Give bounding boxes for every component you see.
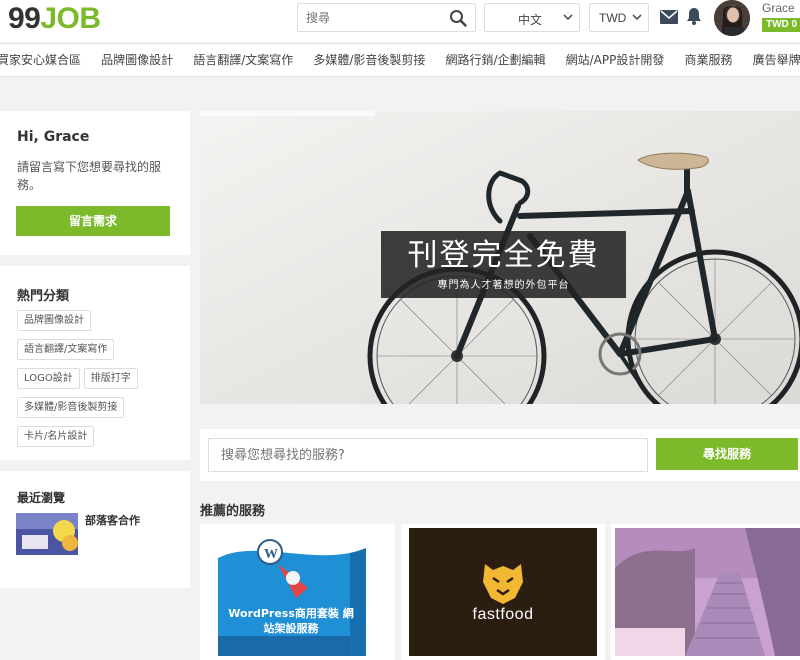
stairway-photo — [615, 528, 800, 656]
service-search-input[interactable] — [209, 439, 629, 471]
recent-item-title[interactable]: 部落客合作 — [85, 512, 140, 528]
service-search-bar: 尋找服務 — [200, 429, 800, 481]
svg-text:W: W — [264, 547, 278, 562]
top-header: 99JOB 中文 TWD Gra — [0, 0, 800, 42]
tag-translation[interactable]: 語言翻譯/文案寫作 — [17, 339, 115, 360]
service-card-image — [615, 528, 800, 656]
nav-item-translation[interactable]: 語言翻譯/文案寫作 — [193, 44, 293, 76]
recent-thumbnail-image — [16, 513, 78, 555]
chevron-down-icon — [632, 14, 642, 21]
chevron-down-icon — [563, 14, 573, 21]
logo-word: JOB — [40, 2, 101, 35]
tag-logo-design[interactable]: LOGO設計 — [17, 368, 80, 389]
greeting-prompt: 請留言寫下您想要尋找的服務。 — [17, 160, 162, 192]
service-card-image: fastfood — [409, 528, 597, 656]
service-card[interactable]: W WordPress商用套裝 網站架設服務 — [200, 524, 395, 660]
service-search-field — [208, 438, 648, 472]
tag-multimedia[interactable]: 多媒體/影音後製剪接 — [17, 397, 125, 418]
bell-icon[interactable] — [686, 7, 702, 25]
service-card[interactable]: fastfood — [401, 524, 605, 660]
avatar[interactable] — [714, 0, 750, 36]
wordpress-banner-image: W — [218, 528, 366, 656]
logo-number: 99 — [8, 2, 41, 35]
mail-icon[interactable] — [660, 10, 678, 24]
recently-viewed-card: 最近瀏覽 部落客合作 — [0, 471, 190, 588]
nav-item-marketing[interactable]: 網路行銷/企劃編輯 — [446, 44, 546, 76]
hero-headline: 刊登完全免費 — [407, 238, 600, 273]
popular-categories-card: 熱門分類 品牌圖像設計 語言翻譯/文案寫作 LOGO設計 排版打字 多媒體/影音後… — [0, 266, 190, 460]
recommended-title: 推薦的服務 — [200, 504, 266, 519]
tag-card-design[interactable]: 卡片/名片設計 — [17, 426, 95, 447]
nav-item-brand-design[interactable]: 品牌圖像設計 — [101, 44, 173, 76]
tiger-logo-icon — [409, 528, 597, 656]
nav-item-ad-sign[interactable]: 廣告舉牌 — [753, 44, 800, 76]
category-nav: 買家安心媒合區 品牌圖像設計 語言翻譯/文案寫作 多媒體/影音後製剪接 網路行銷… — [0, 43, 800, 77]
recent-item-thumbnail[interactable] — [16, 513, 78, 555]
find-service-button[interactable]: 尋找服務 — [656, 438, 798, 470]
service-card[interactable] — [611, 524, 800, 660]
hero-banner[interactable]: 刊登完全免費 專門為人才著想的外包平台 — [200, 111, 800, 404]
language-value: 中文 — [518, 13, 543, 27]
user-photo — [714, 0, 750, 36]
header-search-input[interactable] — [298, 4, 438, 31]
nav-item-buyer-match[interactable]: 買家安心媒合區 — [0, 44, 81, 76]
currency-value: TWD — [599, 11, 627, 25]
post-request-button[interactable]: 留言需求 — [16, 206, 170, 236]
hero-caption-box: 刊登完全免費 專門為人才著想的外包平台 — [381, 231, 626, 298]
nav-item-web-app[interactable]: 網站/APP設計開發 — [566, 44, 665, 76]
search-icon[interactable] — [449, 9, 467, 27]
hero-subline: 專門為人才著想的外包平台 — [437, 280, 570, 291]
greeting-title: Hi, Grace — [17, 129, 90, 145]
recently-viewed-title: 最近瀏覽 — [17, 491, 66, 505]
fastfood-logo-text: fastfood — [472, 606, 534, 623]
currency-select[interactable]: TWD — [589, 3, 649, 32]
tag-typesetting[interactable]: 排版打字 — [83, 368, 138, 389]
header-search — [297, 3, 476, 32]
popular-categories-title: 熱門分類 — [17, 289, 70, 304]
wordpress-banner-text: WordPress商用套裝 網站架設服務 — [228, 607, 354, 635]
user-name[interactable]: Grace — [762, 1, 795, 15]
service-card-image: W WordPress商用套裝 網站架設服務 — [218, 528, 366, 656]
balance-badge: TWD 0 — [762, 18, 800, 32]
greeting-card: Hi, Grace 請留言寫下您想要尋找的服務。 留言需求 — [0, 111, 190, 255]
tag-brand-design[interactable]: 品牌圖像設計 — [17, 310, 91, 331]
language-select[interactable]: 中文 — [484, 3, 580, 32]
site-logo[interactable]: 99JOB — [8, 2, 101, 36]
nav-item-business[interactable]: 商業服務 — [684, 44, 732, 76]
nav-item-multimedia[interactable]: 多媒體/影音後製剪接 — [313, 44, 425, 76]
popular-tag-list: 品牌圖像設計 語言翻譯/文案寫作 LOGO設計 排版打字 多媒體/影音後製剪接 卡… — [17, 308, 187, 453]
